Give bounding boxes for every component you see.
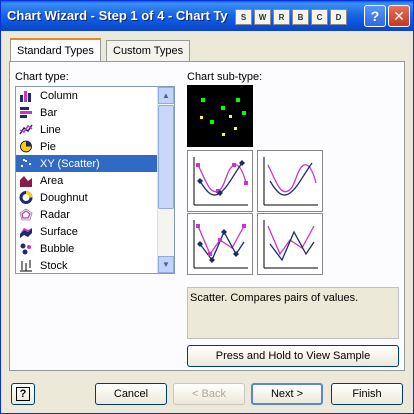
chart-type-list[interactable]: Column Bar Line Pie XY (Scatter) Area Do… [15,86,175,274]
scroll-up-arrow-icon[interactable]: ▲ [158,87,174,104]
toolbar-s-button[interactable]: S [235,9,252,25]
title-help-button[interactable]: ? [364,5,386,27]
tab-custom-types[interactable]: Custom Types [106,40,191,61]
list-item-bubble[interactable]: Bubble [16,240,157,257]
title-toolbar: S W R B C D [235,9,347,25]
scatter-smoothed-lines-preview-icon [263,157,318,206]
list-item-label: XY (Scatter) [40,157,100,170]
list-item-label: Pie [40,140,56,153]
help-question-icon: ? [15,387,31,401]
list-item-label: Doughnut [40,191,88,204]
scatter-lines-markers-preview-icon [193,220,248,269]
scroll-thumb[interactable] [158,105,174,209]
list-item-area[interactable]: Area [16,172,157,189]
subtype-scatter-smoothed-markers[interactable] [187,150,253,212]
scatter-markers-preview-icon [200,98,246,136]
press-hold-view-sample-button[interactable]: Press and Hold to View Sample [187,345,399,367]
bubble-chart-icon [18,242,34,256]
doughnut-chart-icon [18,191,34,205]
column-chart-icon [18,89,34,103]
list-item-xy-scatter[interactable]: XY (Scatter) [16,155,157,172]
chart-type-items: Column Bar Line Pie XY (Scatter) Area Do… [16,87,157,274]
list-item-doughnut[interactable]: Doughnut [16,189,157,206]
list-item-label: Line [40,123,61,136]
scatter-smoothed-markers-preview-icon [193,157,248,206]
sub-type-description: Scatter. Compares pairs of values. [187,287,399,339]
window-title: Chart Wizard - Step 1 of 4 - Chart Ty [7,8,228,23]
list-item-stock[interactable]: Stock [16,257,157,274]
list-item-label: Stock [40,259,68,272]
list-item-label: Surface [40,225,78,238]
list-item-surface[interactable]: Surface [16,223,157,240]
list-item-label: Area [40,174,64,187]
area-chart-icon [18,174,34,188]
pie-chart-icon [18,140,34,154]
view-sample-label: Press and Hold to View Sample [215,350,371,362]
back-button[interactable]: < Back [173,383,245,405]
bar-chart-icon [18,106,34,120]
subtype-scatter-lines[interactable] [257,213,323,275]
list-item-label: Bar [40,106,58,119]
list-item-pie[interactable]: Pie [16,138,157,155]
radar-chart-icon [18,208,34,222]
office-assistant-help-button[interactable]: ? [11,383,35,405]
list-item-radar[interactable]: Radar [16,206,157,223]
list-item-label: Column [40,89,78,102]
tab-standard-types[interactable]: Standard Types [10,38,101,61]
toolbar-b-button[interactable]: B [292,9,309,25]
toolbar-d-button[interactable]: D [330,9,347,25]
scroll-down-arrow-icon[interactable]: ▼ [158,256,174,273]
close-button[interactable]: ✕ [388,5,410,27]
subtype-scatter-lines-markers[interactable] [187,213,253,275]
line-chart-icon [18,123,34,137]
chart-wizard-window: Chart Wizard - Step 1 of 4 - Chart Ty S … [0,0,414,414]
title-bar[interactable]: Chart Wizard - Step 1 of 4 - Chart Ty S … [1,1,413,31]
subtype-scatter-markers[interactable] [187,85,253,147]
chart-type-label: Chart type: [15,71,69,83]
list-item-label: Radar [40,208,70,221]
toolbar-w-button[interactable]: W [254,9,271,25]
scatter-chart-icon [18,157,34,171]
finish-button[interactable]: Finish [331,383,403,405]
toolbar-r-button[interactable]: R [273,9,290,25]
list-item-column[interactable]: Column [16,87,157,104]
list-item-line[interactable]: Line [16,121,157,138]
cancel-button[interactable]: Cancel [95,383,167,405]
next-button[interactable]: Next > [251,383,323,405]
toolbar-c-button[interactable]: C [311,9,328,25]
list-item-bar[interactable]: Bar [16,104,157,121]
scatter-lines-preview-icon [263,220,318,269]
list-item-label: Bubble [40,242,75,255]
chart-sub-type-label: Chart sub-type: [187,71,263,83]
stock-chart-icon [18,259,34,273]
surface-chart-icon [18,225,34,239]
list-scrollbar[interactable]: ▲ ▼ [157,87,174,273]
subtype-scatter-smoothed-lines[interactable] [257,150,323,212]
